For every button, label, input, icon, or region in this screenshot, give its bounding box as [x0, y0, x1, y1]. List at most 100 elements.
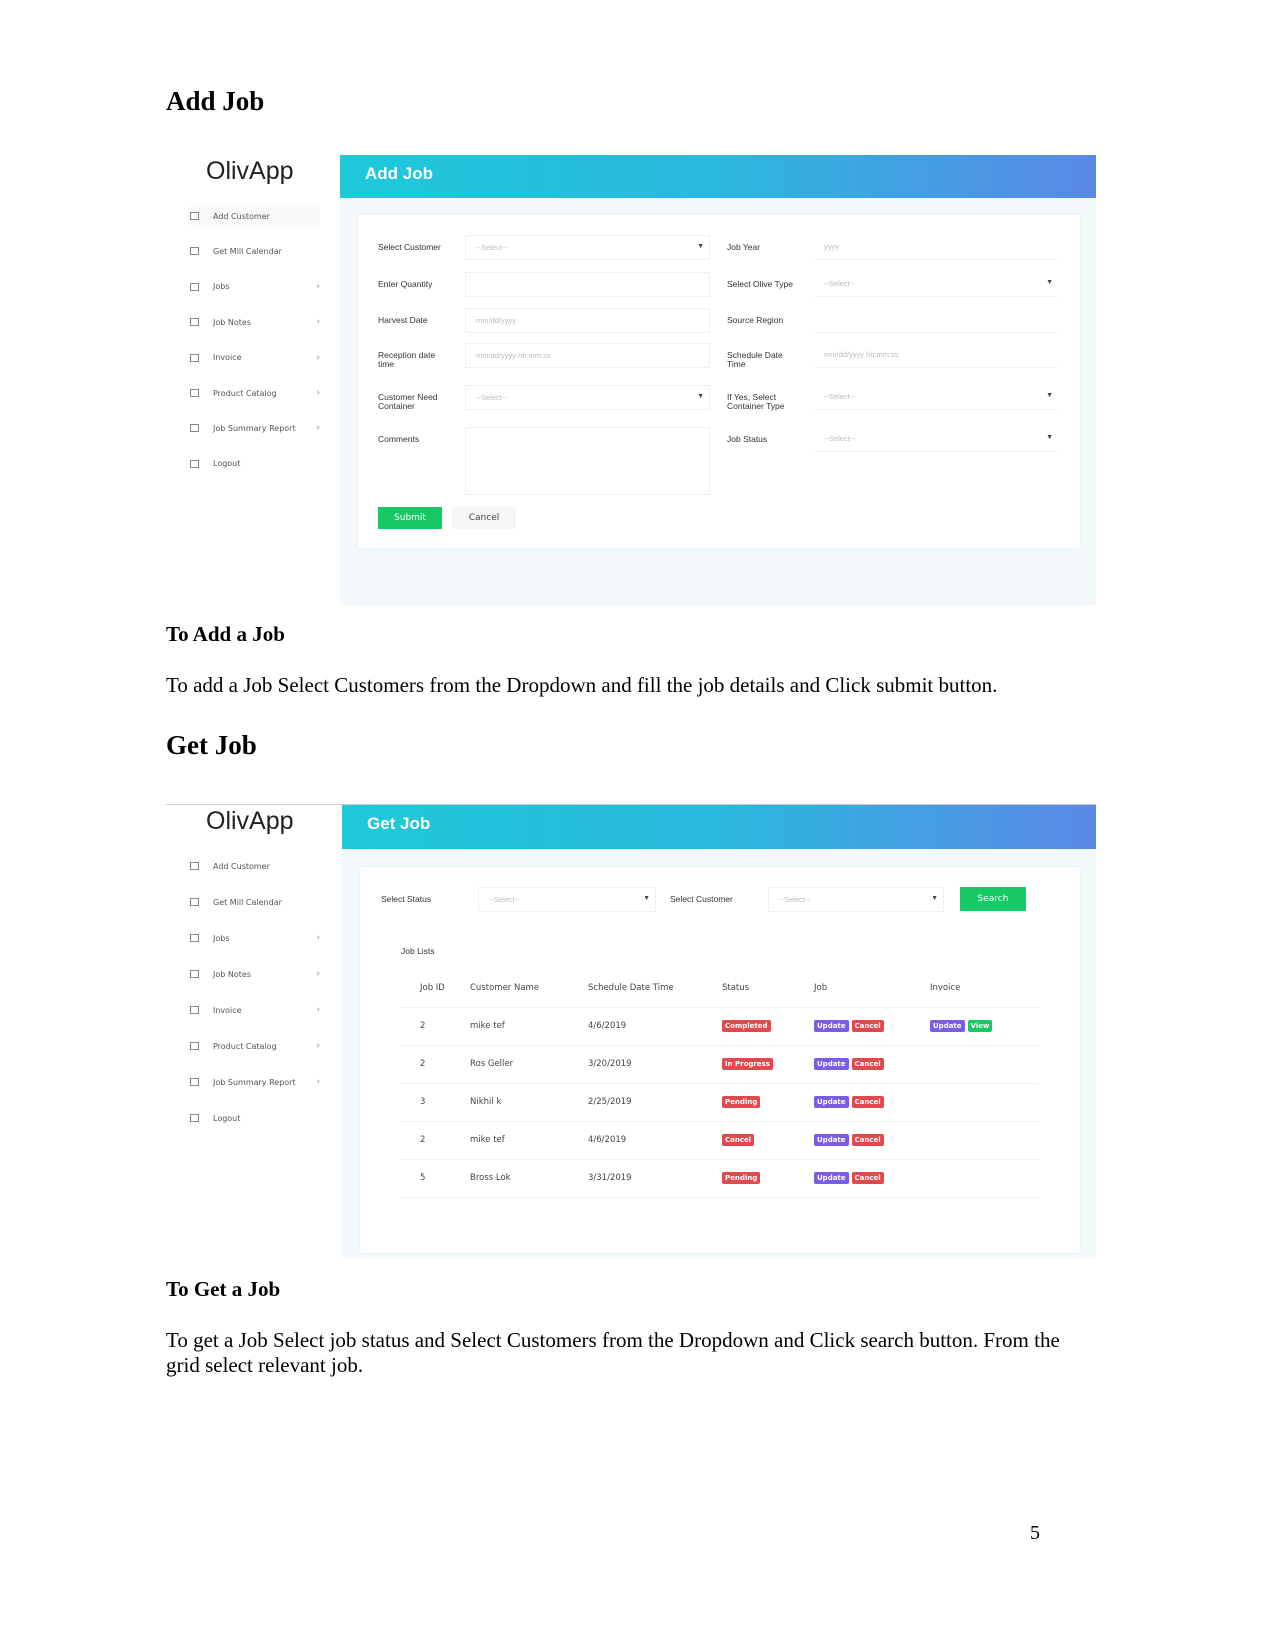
- sidebar-item[interactable]: Add Customer: [190, 205, 320, 227]
- select-field[interactable]: --Select-- ▼: [814, 272, 1058, 297]
- update-job-button[interactable]: Update: [814, 1096, 849, 1108]
- sidebar-item[interactable]: Job Notes ›: [190, 963, 320, 985]
- table-row[interactable]: 2 Ros Geller 3/20/2019 In Progress Updat…: [400, 1045, 1038, 1084]
- cancel-job-button[interactable]: Cancel: [851, 1020, 884, 1032]
- sidebar-item[interactable]: Product Catalog ›: [190, 1035, 320, 1057]
- view-invoice-button[interactable]: View: [967, 1020, 993, 1032]
- instructions-get-job: To get a Job Select job status and Selec…: [166, 1328, 1060, 1377]
- sidebar-item[interactable]: Job Summary Report ›: [190, 417, 320, 439]
- chevron-down-icon: ▼: [1046, 434, 1053, 441]
- column-header: Customer Name: [470, 969, 588, 1008]
- job-id: 2: [400, 1007, 470, 1046]
- select-field[interactable]: --Select-- ▼: [814, 385, 1058, 410]
- chevron-down-icon: ▼: [1046, 279, 1053, 286]
- select-field[interactable]: --Select-- ▼: [814, 427, 1058, 452]
- select-field[interactable]: --Select-- ▼: [465, 385, 710, 410]
- customer-select[interactable]: --Select-- ▼: [768, 887, 944, 912]
- sidebar-item[interactable]: Product Catalog ›: [190, 382, 320, 404]
- monitor-icon: [190, 862, 199, 870]
- sidebar-item[interactable]: Invoice ›: [190, 999, 320, 1021]
- field-label: Schedule Date Time: [727, 350, 783, 369]
- sidebar-item-label: Job Summary Report: [213, 423, 296, 433]
- copy-icon: [190, 970, 199, 978]
- field-label: Job Status: [727, 434, 768, 444]
- monitor-icon: [190, 212, 199, 220]
- field-label: Source Region: [727, 315, 784, 325]
- cancel-job-button[interactable]: Cancel: [851, 1172, 884, 1184]
- schedule-date: 2/25/2019: [588, 1083, 722, 1122]
- update-invoice-button[interactable]: Update: [930, 1020, 965, 1032]
- column-header: Schedule Date Time: [588, 969, 722, 1008]
- customer-name: Nikhil k: [470, 1083, 588, 1122]
- chevron-down-icon: ▼: [697, 393, 704, 400]
- subheading-to-get-job: To Get a Job: [166, 1277, 281, 1301]
- input-field[interactable]: [465, 427, 710, 495]
- sidebar-item[interactable]: Get Mill Calendar: [190, 891, 320, 913]
- sidebar-item[interactable]: Get Mill Calendar: [190, 240, 320, 262]
- job-lists-title: Job Lists: [401, 946, 435, 956]
- cancel-button[interactable]: Cancel: [452, 507, 516, 529]
- sidebar-item[interactable]: Job Summary Report ›: [190, 1071, 320, 1093]
- sidebar-item[interactable]: Job Notes ›: [190, 311, 320, 333]
- sidebar-item-label: Get Mill Calendar: [213, 897, 282, 907]
- cancel-job-button[interactable]: Cancel: [851, 1058, 884, 1070]
- cancel-job-button[interactable]: Cancel: [851, 1096, 884, 1108]
- sidebar-item[interactable]: Jobs ›: [190, 927, 320, 949]
- field-label: Reception date time: [378, 350, 436, 369]
- field-value: mm/dd/yyyy hh:mm:ss: [824, 350, 899, 359]
- monitor-icon: [190, 247, 199, 256]
- submit-button[interactable]: Submit: [378, 507, 442, 529]
- chevron-right-icon: ›: [316, 352, 320, 363]
- update-job-button[interactable]: Update: [814, 1058, 849, 1070]
- sidebar-item[interactable]: Logout: [190, 453, 320, 475]
- update-job-button[interactable]: Update: [814, 1172, 849, 1184]
- status-select[interactable]: --Select-- ▼: [478, 887, 656, 912]
- copy-icon: [190, 1042, 199, 1050]
- chevron-right-icon: ›: [316, 281, 320, 292]
- sidebar-item-label: Product Catalog: [213, 388, 277, 398]
- search-button[interactable]: Search: [960, 887, 1026, 911]
- customer-name: mike tef: [470, 1007, 588, 1046]
- sidebar-item[interactable]: Add Customer: [190, 855, 320, 877]
- copy-icon: [190, 353, 199, 362]
- sidebar-item-label: Jobs: [213, 933, 230, 943]
- sidebar-item[interactable]: Invoice ›: [190, 347, 320, 369]
- input-field[interactable]: [814, 308, 1058, 333]
- table-row[interactable]: 2 mike tef 4/6/2019 Cancel Update Cancel: [400, 1121, 1038, 1160]
- sidebar-item[interactable]: Logout: [190, 1107, 320, 1129]
- input-field[interactable]: [465, 272, 710, 297]
- field-value: mm/dd/yyyy hh:mm:ss: [476, 351, 551, 360]
- copy-icon: [190, 1006, 199, 1014]
- heading-get-job: Get Job: [166, 730, 257, 760]
- table-row[interactable]: 5 Bross Lok 3/31/2019 Pending Update Canc…: [400, 1159, 1038, 1198]
- sidebar-item-label: Jobs: [213, 282, 230, 292]
- input-field[interactable]: mm/dd/yyyy hh:mm:ss: [814, 343, 1058, 368]
- field-value: --Select--: [476, 393, 507, 402]
- schedule-date: 3/20/2019: [588, 1045, 722, 1084]
- update-job-button[interactable]: Update: [814, 1020, 849, 1032]
- input-field[interactable]: mm/dd/yyyy hh:mm:ss: [465, 343, 710, 368]
- sidebar-item-label: Add Customer: [213, 861, 270, 871]
- cancel-job-button[interactable]: Cancel: [851, 1134, 884, 1146]
- sidebar-item-label: Logout: [213, 459, 241, 469]
- copy-icon: [190, 424, 199, 433]
- select-field[interactable]: --Select-- ▼: [465, 235, 710, 260]
- status-badge: Pending: [722, 1096, 761, 1108]
- field-label: If Yes, Select Container Type: [727, 392, 785, 411]
- sidebar-item[interactable]: Jobs ›: [190, 276, 320, 298]
- copy-icon: [190, 1078, 199, 1086]
- field-label: Select Olive Type: [727, 279, 793, 289]
- job-id: 3: [400, 1083, 470, 1122]
- column-header: Status: [722, 969, 814, 1008]
- input-field[interactable]: yyyy: [814, 235, 1058, 260]
- customer-value: --Select--: [779, 895, 810, 904]
- table-row[interactable]: 3 Nikhil k 2/25/2019 Pending Update Cance…: [400, 1083, 1038, 1122]
- copy-icon: [190, 389, 199, 397]
- chevron-right-icon: ›: [316, 388, 320, 398]
- update-job-button[interactable]: Update: [814, 1134, 849, 1146]
- input-field[interactable]: mm/dd/yyyy: [465, 308, 710, 333]
- copy-icon: [190, 282, 199, 291]
- table-row[interactable]: 2 mike tef 4/6/2019 Completed Update Canc…: [400, 1007, 1038, 1046]
- customer-name: Bross Lok: [470, 1159, 588, 1198]
- chevron-down-icon: ▼: [1046, 392, 1053, 399]
